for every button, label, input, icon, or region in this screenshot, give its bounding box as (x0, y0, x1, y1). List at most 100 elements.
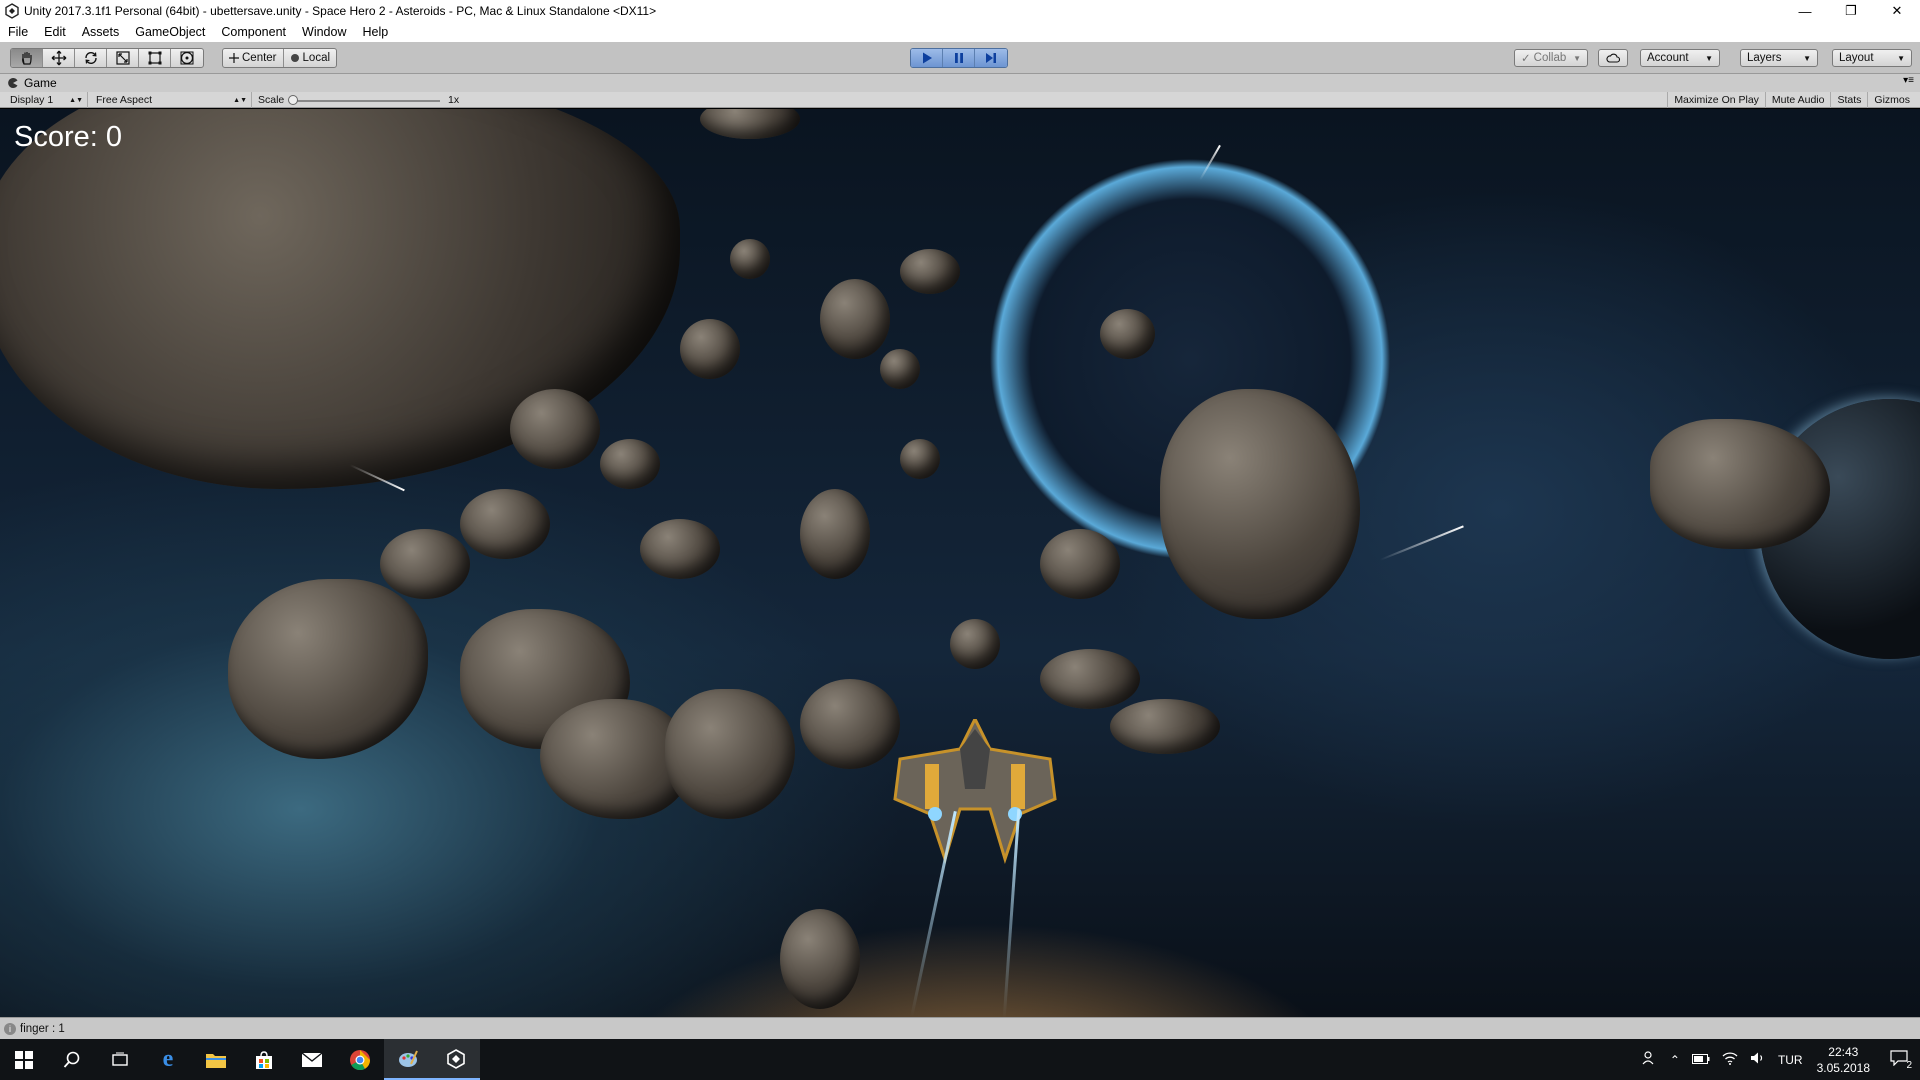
step-button[interactable] (975, 49, 1007, 67)
play-button[interactable] (911, 49, 943, 67)
menu-gameobject[interactable]: GameObject (127, 25, 213, 39)
layers-label: Layers (1747, 52, 1782, 64)
game-tab-label: Game (24, 76, 57, 90)
hand-tool-button[interactable] (11, 49, 43, 67)
menu-edit[interactable]: Edit (36, 25, 74, 39)
maximize-on-play-toggle[interactable]: Maximize On Play (1667, 92, 1765, 108)
start-button[interactable] (0, 1039, 48, 1080)
edge-browser-icon: e (162, 1046, 174, 1072)
asteroid (800, 489, 870, 579)
menu-window[interactable]: Window (294, 25, 354, 39)
people-icon[interactable] (1636, 1050, 1664, 1069)
menu-help[interactable]: Help (354, 25, 396, 39)
info-icon: i (4, 1022, 16, 1035)
pivot-local-button[interactable]: Local (284, 49, 336, 67)
pivot-center-button[interactable]: Center (223, 49, 284, 67)
light-streak (1379, 525, 1464, 561)
menu-file[interactable]: File (0, 25, 36, 39)
menu-assets[interactable]: Assets (74, 25, 128, 39)
asteroid (900, 249, 960, 294)
mute-audio-toggle[interactable]: Mute Audio (1764, 92, 1831, 108)
task-view-button[interactable] (96, 1039, 144, 1080)
title-bar: Unity 2017.3.1f1 Personal (64bit) - ubet… (0, 0, 1920, 22)
stats-toggle[interactable]: Stats (1830, 92, 1867, 108)
chevron-down-icon: ▼ (1897, 53, 1905, 63)
asteroid (730, 239, 770, 279)
gizmos-dropdown[interactable]: Gizmos (1867, 92, 1916, 108)
rotate-icon (84, 51, 97, 65)
cloud-button[interactable] (1598, 49, 1628, 67)
taskbar-clock[interactable]: 22:43 3.05.2018 (1809, 1044, 1878, 1076)
updown-icon: ▲▼ (69, 96, 83, 104)
game-tab-header: Game ▾≡ (0, 74, 1920, 92)
pivot-center-icon (229, 53, 239, 63)
scale-slider-handle[interactable] (288, 95, 298, 105)
taskbar-unity[interactable] (432, 1039, 480, 1080)
aspect-label: Free Aspect (96, 94, 153, 106)
restore-icon[interactable]: ❐ (1828, 0, 1874, 22)
scale-tool-button[interactable] (107, 49, 139, 67)
pivot-local-label: Local (302, 52, 331, 64)
wifi-glyph (1722, 1052, 1738, 1065)
unity-logo-icon (447, 1048, 465, 1069)
taskbar-chrome[interactable] (336, 1039, 384, 1080)
transform-tool-button[interactable] (171, 49, 203, 67)
search-button[interactable] (48, 1039, 96, 1080)
pause-button[interactable] (943, 49, 975, 67)
wifi-icon[interactable] (1716, 1051, 1744, 1068)
main-toolbar: Center Local ✓ Collab ▼ Account ▼ Layers… (0, 42, 1920, 74)
minimize-icon[interactable]: — (1782, 0, 1828, 22)
rect-tool-button[interactable] (139, 49, 171, 67)
display-dropdown[interactable]: Display 1 ▲▼ (4, 92, 88, 108)
unity-logo-icon (5, 3, 19, 19)
chrome-icon (350, 1049, 371, 1070)
rect-icon (148, 51, 161, 65)
close-icon[interactable]: ✕ (1874, 0, 1920, 22)
panel-menu-icon[interactable]: ▾≡ (1903, 75, 1914, 86)
asteroid (880, 349, 920, 389)
collab-check-icon: ✓ (1521, 53, 1531, 65)
taskbar-mail[interactable] (288, 1039, 336, 1080)
input-language[interactable]: TUR (1772, 1053, 1809, 1067)
layout-dropdown[interactable]: Layout ▼ (1832, 49, 1912, 67)
pivot-local-icon (290, 54, 299, 62)
window-title: Unity 2017.3.1f1 Personal (64bit) - ubet… (24, 4, 657, 18)
hand-icon (21, 52, 32, 65)
speaker-icon[interactable] (1744, 1051, 1772, 1068)
layers-dropdown[interactable]: Layers ▼ (1740, 49, 1818, 67)
menu-bar: File Edit Assets GameObject Component Wi… (0, 22, 1920, 42)
score-text: Score: 0 (14, 121, 122, 153)
aspect-dropdown[interactable]: Free Aspect ▲▼ (90, 92, 252, 108)
taskbar-paint[interactable] (384, 1039, 432, 1080)
updown-icon: ▲▼ (233, 96, 247, 104)
transform-tools (10, 48, 204, 68)
system-tray: ⌃ TUR 22:43 3.05.2018 2 (1636, 1039, 1920, 1080)
speaker-glyph (1750, 1052, 1763, 1064)
asteroid (680, 319, 740, 379)
pivot-toggles: Center Local (222, 48, 338, 68)
transform-icon (180, 51, 194, 65)
taskbar-file-explorer[interactable] (192, 1039, 240, 1080)
asteroid (640, 519, 720, 579)
taskbar-edge[interactable]: e (144, 1039, 192, 1080)
account-label: Account (1647, 52, 1689, 64)
console-status-bar[interactable]: i finger : 1 (0, 1017, 1920, 1039)
scale-slider-track[interactable] (292, 100, 440, 102)
account-dropdown[interactable]: Account ▼ (1640, 49, 1720, 67)
chevron-up-icon[interactable]: ⌃ (1664, 1053, 1686, 1067)
paint-palette-icon (399, 1050, 418, 1067)
asteroid (380, 529, 470, 599)
tab-game[interactable]: Game (0, 74, 57, 92)
taskbar-store[interactable] (240, 1039, 288, 1080)
mail-icon (301, 1051, 323, 1067)
search-icon (63, 1051, 80, 1068)
battery-icon[interactable] (1686, 1053, 1716, 1067)
game-viewport[interactable]: Score: 0 (0, 109, 1920, 1017)
display-label: Display 1 (10, 94, 54, 106)
action-center-button[interactable]: 2 (1878, 1050, 1920, 1071)
menu-component[interactable]: Component (213, 25, 294, 39)
collab-dropdown[interactable]: ✓ Collab ▼ (1514, 49, 1588, 67)
move-tool-button[interactable] (43, 49, 75, 67)
asteroid (665, 689, 795, 819)
rotate-tool-button[interactable] (75, 49, 107, 67)
